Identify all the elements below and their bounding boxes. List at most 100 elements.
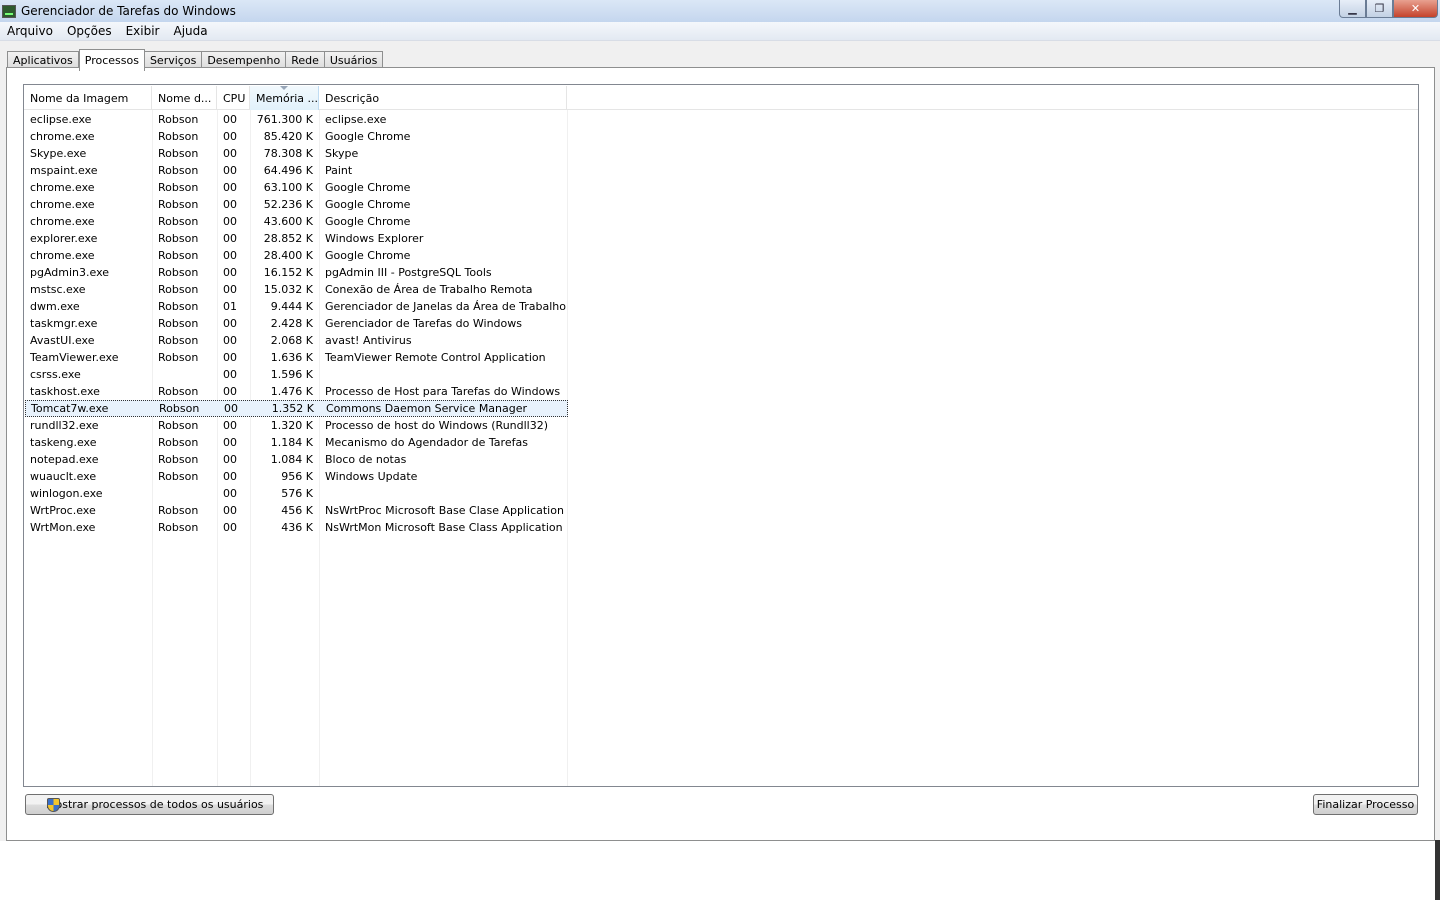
table-row-selected[interactable]: Tomcat7w.exe Robson 00 1.352 K Commons Daemo… [25,400,568,417]
cell-process-name: mspaint.exe [30,164,98,177]
table-row[interactable]: mspaint.exe Robson 00 64.496 K Paint [24,162,1418,179]
cell-description: TeamViewer Remote Control Application [325,351,546,364]
table-row[interactable]: rundll32.exe Robson 00 1.320 K Processo de h… [24,417,1418,434]
uac-shield-icon [47,798,60,812]
cell-cpu: 00 [223,249,237,262]
cell-process-name: taskhost.exe [30,385,100,398]
cell-user-name: Robson [158,504,199,517]
menu-opcoes[interactable]: Opções [60,24,119,38]
column-image-name[interactable]: Nome da Imagem [24,86,152,110]
table-row[interactable]: WrtMon.exe Robson 00 436 K NsWrtMon Microsof… [24,519,1418,536]
cell-memory: 1.596 K [270,368,313,381]
cell-cpu: 00 [223,419,237,432]
cell-user-name: Robson [158,266,199,279]
cell-memory: 63.100 K [263,181,313,194]
cell-memory: 64.496 K [263,164,313,177]
cell-cpu: 00 [223,232,237,245]
cell-cpu: 00 [223,113,237,126]
table-row[interactable]: chrome.exe Robson 00 43.600 K Google Chrome [24,213,1418,230]
cell-process-name: TeamViewer.exe [30,351,119,364]
close-button[interactable]: ✕ [1393,0,1438,18]
cell-memory: 28.400 K [263,249,313,262]
cell-cpu: 00 [223,334,237,347]
column-description[interactable]: Descrição [319,86,567,110]
task-manager-icon [2,4,16,18]
table-row[interactable]: WrtProc.exe Robson 00 456 K NsWrtProc Micros… [24,502,1418,519]
table-row[interactable]: csrss.exe 00 1.596 K [24,366,1418,383]
table-row[interactable]: chrome.exe Robson 00 85.420 K Google Chrome [24,128,1418,145]
cell-description: Mecanismo do Agendador de Tarefas [325,436,528,449]
table-row[interactable]: taskmgr.exe Robson 00 2.428 K Gerenciador de… [24,315,1418,332]
column-memory[interactable]: Memória ... [250,86,319,110]
table-row[interactable]: chrome.exe Robson 00 28.400 K Google Chrome [24,247,1418,264]
cell-description: NsWrtProc Microsoft Base Clase Applicati… [325,504,564,517]
menu-ajuda[interactable]: Ajuda [166,24,214,38]
column-memory-label: Memória ... [256,91,319,105]
cell-memory: 43.600 K [263,215,313,228]
table-row[interactable]: taskhost.exe Robson 00 1.476 K Processo de H… [24,383,1418,400]
cell-process-name: explorer.exe [30,232,98,245]
cell-description: Processo de Host para Tarefas do Windows [325,385,561,398]
cell-user-name: Robson [158,283,199,296]
table-row[interactable]: explorer.exe Robson 00 28.852 K Windows Expl… [24,230,1418,247]
menu-arquivo[interactable]: Arquivo [0,24,60,38]
minimize-button[interactable]: ▁ [1339,0,1366,18]
cell-memory: 456 K [281,504,313,517]
cell-memory: 1.352 K [271,402,314,415]
column-user-name[interactable]: Nome d... [152,86,217,110]
cell-user-name: Robson [158,317,199,330]
table-row[interactable]: chrome.exe Robson 00 52.236 K Google Chrome [24,196,1418,213]
window-title: Gerenciador de Tarefas do Windows [21,4,236,18]
cell-cpu: 00 [223,521,237,534]
cell-cpu: 00 [223,147,237,160]
column-headers: Nome da Imagem Nome d... CPU Memória ...… [24,86,1418,110]
cell-user-name: Robson [158,181,199,194]
cell-description: Google Chrome [325,130,411,143]
cell-cpu: 00 [223,368,237,381]
table-row[interactable]: notepad.exe Robson 00 1.084 K Bloco de notas [24,451,1418,468]
cell-user-name: Robson [158,164,199,177]
cell-cpu: 00 [223,215,237,228]
table-row[interactable]: winlogon.exe 00 576 K [24,485,1418,502]
table-row[interactable]: taskeng.exe Robson 00 1.184 K Mecanismo do A… [24,434,1418,451]
restore-button[interactable]: ❐ [1366,0,1393,18]
show-all-users-processes-button[interactable]: Mostrar processos de todos os usuários [25,794,274,815]
cell-memory: 576 K [281,487,313,500]
cell-user-name: Robson [158,198,199,211]
cell-process-name: Skype.exe [30,147,87,160]
cell-process-name: WrtProc.exe [30,504,96,517]
cell-process-name: taskmgr.exe [30,317,98,330]
cell-process-name: dwm.exe [30,300,80,313]
process-list[interactable]: Nome da Imagem Nome d... CPU Memória ...… [23,84,1419,787]
tab-processos[interactable]: Processos [78,49,145,71]
table-row[interactable]: AvastUI.exe Robson 00 2.068 K avast! Antivir… [24,332,1418,349]
column-cpu[interactable]: CPU [217,86,250,110]
cell-description: Windows Update [325,470,418,483]
cell-cpu: 00 [223,351,237,364]
cell-cpu: 00 [223,385,237,398]
cell-cpu: 00 [223,198,237,211]
cell-memory: 1.320 K [270,419,313,432]
table-row[interactable]: dwm.exe Robson 01 9.444 K Gerenciador de Jan… [24,298,1418,315]
cell-user-name: Robson [158,521,199,534]
table-row[interactable]: eclipse.exe Robson 00 761.300 K eclipse.exe [24,111,1418,128]
cell-memory: 85.420 K [263,130,313,143]
window-body: Aplicativos Processos Serviços Desempenh… [0,41,1440,841]
cell-description: Gerenciador de Janelas da Área de Trabal… [325,300,567,313]
cell-description: Google Chrome [325,198,411,211]
table-row[interactable]: Skype.exe Robson 00 78.308 K Skype [24,145,1418,162]
cell-process-name: Tomcat7w.exe [31,402,109,415]
table-row[interactable]: TeamViewer.exe Robson 00 1.636 K TeamViewer … [24,349,1418,366]
table-row[interactable]: mstsc.exe Robson 00 15.032 K Conexão de Área… [24,281,1418,298]
cell-process-name: chrome.exe [30,181,95,194]
table-row[interactable]: pgAdmin3.exe Robson 00 16.152 K pgAdmin III … [24,264,1418,281]
cell-process-name: chrome.exe [30,249,95,262]
cell-user-name: Robson [158,453,199,466]
cell-cpu: 00 [223,266,237,279]
cell-user-name: Robson [158,436,199,449]
menu-exibir[interactable]: Exibir [119,24,167,38]
table-row[interactable]: wuauclt.exe Robson 00 956 K Windows Update [24,468,1418,485]
table-row[interactable]: chrome.exe Robson 00 63.100 K Google Chrome [24,179,1418,196]
cell-user-name: Robson [158,215,199,228]
end-process-button[interactable]: Finalizar Processo [1313,794,1418,815]
